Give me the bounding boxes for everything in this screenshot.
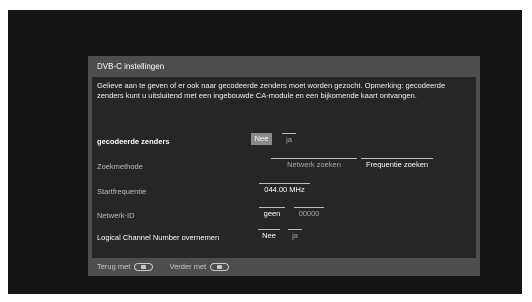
dvbc-settings-dialog: DVB-C instellingen Gelieve aan te geven … <box>88 56 480 276</box>
settings-panel: Gelieve aan te geven of er ook naar geco… <box>92 77 476 258</box>
back-hint[interactable]: Terug met <box>97 262 154 272</box>
network-id-value[interactable]: 00000 <box>294 207 324 220</box>
network-id-option-geen[interactable]: geen <box>259 207 285 220</box>
encrypted-option-nee[interactable]: Nee <box>251 133 272 145</box>
search-method-network[interactable]: Netwerk zoeken <box>271 158 357 171</box>
tv-frame: DVB-C instellingen Gelieve aan te geven … <box>0 0 532 302</box>
back-key-icon <box>134 263 154 272</box>
encrypted-option-ja[interactable]: ja <box>282 133 296 146</box>
encrypted-channels-label: gecodeerde zenders <box>97 137 170 146</box>
search-method-label: Zoekmethode <box>97 162 143 171</box>
start-frequency-field[interactable]: 044.00 MHz <box>259 183 310 196</box>
next-hint[interactable]: Verder met <box>169 262 230 272</box>
back-hint-label: Terug met <box>97 262 131 271</box>
lcn-option-ja[interactable]: ja <box>288 229 302 242</box>
start-frequency-label: Startfrequentie <box>97 187 147 196</box>
dialog-description: Gelieve aan te geven of er ook naar geco… <box>97 81 446 100</box>
next-hint-label: Verder met <box>169 262 207 271</box>
dialog-footer: Terug met Verder met <box>97 262 243 272</box>
dialog-title: DVB-C instellingen <box>97 62 165 71</box>
tv-screen: DVB-C instellingen Gelieve aan te geven … <box>8 10 522 294</box>
search-method-frequency[interactable]: Frequentie zoeken <box>361 158 433 171</box>
lcn-option-nee[interactable]: Nee <box>258 229 280 242</box>
network-id-label: Netwerk-ID <box>97 211 135 220</box>
next-key-icon <box>210 263 230 272</box>
lcn-label: Logical Channel Number overnemen <box>97 233 220 242</box>
